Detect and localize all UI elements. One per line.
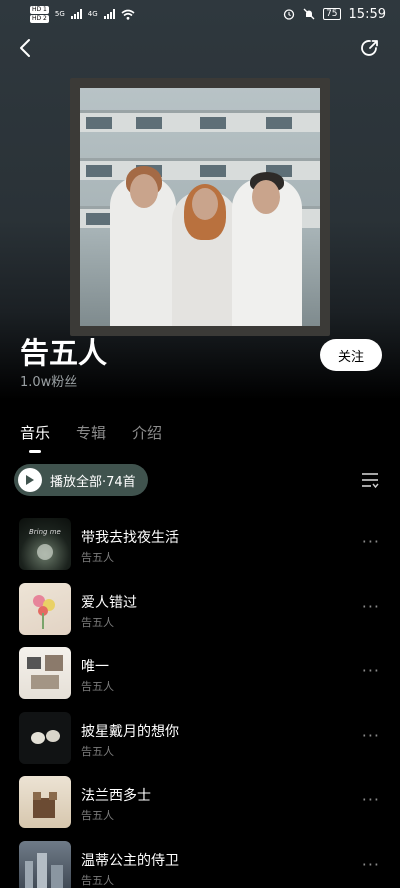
song-cover (19, 647, 71, 699)
more-options-icon[interactable]: ··· (362, 790, 380, 809)
song-artist: 告五人 (81, 551, 114, 564)
share-button[interactable] (358, 36, 382, 60)
list-options-button[interactable] (360, 470, 380, 490)
tab-music[interactable]: 音乐 (20, 422, 50, 443)
signal-icon (70, 9, 82, 19)
svg-text:Bring me: Bring me (29, 528, 61, 536)
more-options-icon[interactable]: ··· (362, 855, 380, 874)
song-cover (19, 711, 71, 764)
battery-level: 75 (323, 8, 341, 20)
network-type-2: 4G (87, 10, 98, 18)
play-all-label: 播放全部·74首 (50, 474, 136, 490)
artist-hero: HD 1 HD 2 5G 4G 75 15:59 告五人 1.0w粉丝 关注 (0, 0, 400, 400)
signal-icon-2 (103, 9, 115, 19)
more-options-icon[interactable]: ··· (362, 532, 380, 551)
artist-tabs: 音乐 专辑 介绍 (20, 422, 162, 443)
hd1-badge: HD 1 (30, 5, 49, 14)
network-type-1: 5G (54, 10, 65, 18)
song-title: 披星戴月的想你 (81, 723, 179, 740)
back-arrow-icon (20, 39, 30, 57)
back-button[interactable] (14, 36, 36, 60)
song-title: 带我去找夜生活 (81, 530, 179, 546)
song-cover (19, 582, 71, 635)
share-icon (361, 40, 378, 56)
song-artist: 告五人 (81, 873, 114, 887)
alarm-icon (283, 9, 295, 20)
artist-photo-frame (70, 78, 330, 336)
song-cover (19, 840, 71, 888)
more-options-icon[interactable]: ··· (362, 597, 380, 616)
hd-badges: HD 1 HD 2 (30, 5, 49, 23)
song-list: Bring me 带我去找夜生活 告五人 ··· 爱人错过 告五人 ··· 唯一… (0, 516, 400, 888)
song-row[interactable]: 唯一 告五人 ··· (0, 645, 400, 710)
song-row[interactable]: 温蒂公主的侍卫 告五人 ··· (0, 839, 400, 888)
song-artist: 告五人 (81, 809, 114, 822)
song-cover: Bring me (19, 518, 71, 570)
song-title: 温蒂公主的侍卫 (81, 852, 179, 869)
song-row[interactable]: 披星戴月的想你 告五人 ··· (0, 710, 400, 775)
artist-name: 告五人 (20, 336, 108, 370)
song-title: 法兰西多士 (81, 788, 151, 804)
song-row[interactable]: Bring me 带我去找夜生活 告五人 ··· (0, 516, 400, 581)
song-artist: 告五人 (81, 680, 114, 693)
song-artist: 告五人 (81, 744, 114, 758)
play-icon (18, 468, 42, 492)
mute-bell-icon (303, 8, 315, 20)
clock: 15:59 (348, 6, 386, 22)
song-title: 唯一 (81, 659, 109, 675)
more-options-icon[interactable]: ··· (362, 661, 380, 680)
fan-count: 1.0w粉丝 (20, 375, 78, 390)
tab-intro[interactable]: 介绍 (132, 422, 162, 443)
song-row[interactable]: 法兰西多士 告五人 ··· (0, 774, 400, 839)
song-artist: 告五人 (81, 615, 114, 629)
song-title: 爱人错过 (81, 594, 137, 611)
tab-albums[interactable]: 专辑 (76, 422, 106, 443)
wifi-icon (121, 9, 135, 20)
song-row[interactable]: 爱人错过 告五人 ··· (0, 581, 400, 646)
list-options-icon (362, 473, 379, 489)
more-options-icon[interactable]: ··· (362, 726, 380, 745)
play-all-button[interactable]: 播放全部·74首 (14, 464, 148, 496)
follow-button[interactable]: 关注 (320, 339, 382, 371)
artist-photo (80, 88, 320, 326)
status-bar: HD 1 HD 2 5G 4G 75 15:59 (0, 0, 400, 28)
song-cover (19, 776, 71, 828)
hd2-badge: HD 2 (30, 14, 49, 23)
